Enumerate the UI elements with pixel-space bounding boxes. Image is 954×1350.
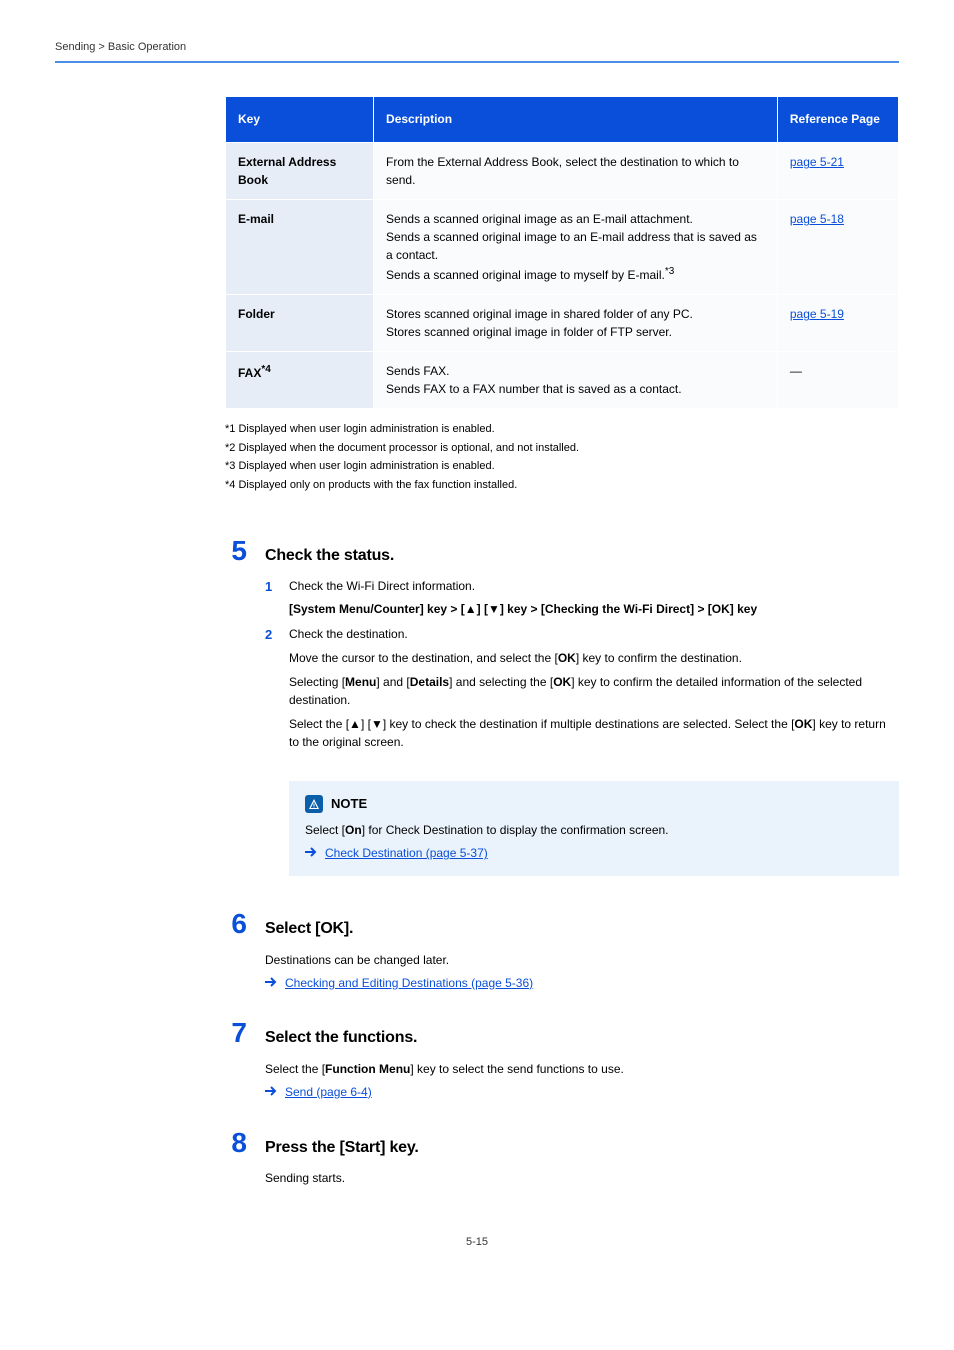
table-row: FAX*4Sends FAX.Sends FAX to a FAX number… [226, 352, 899, 409]
key-sequence: [System Menu/Counter] key > [▲] [▼] key … [289, 600, 757, 618]
table-cell-key: External Address Book [226, 143, 374, 200]
step-text: Select the [Function Menu] key to select… [265, 1060, 899, 1078]
footnotes: *1 Displayed when user login administrat… [225, 421, 899, 493]
substep-text: Check the Wi-Fi Direct information. [289, 578, 757, 595]
arrow-right-icon [305, 845, 317, 862]
table-cell-desc: Sends a scanned original image as an E-m… [374, 200, 778, 295]
step-title: Check the status. [265, 545, 394, 567]
step-number: 7 [225, 1019, 247, 1047]
substep-number: 2 [265, 626, 279, 882]
step-text: Destinations can be changed later. [265, 951, 899, 969]
breadcrumb: Sending > Basic Operation [55, 40, 186, 55]
reference-link[interactable]: page 5-21 [790, 155, 844, 169]
note-box: NOTE Select [On] for Check Destination t… [289, 781, 899, 876]
footnote: *3 Displayed when user login administrat… [225, 458, 899, 475]
table-cell-desc: Sends FAX.Sends FAX to a FAX number that… [374, 352, 778, 409]
footnote: *2 Displayed when the document processor… [225, 440, 899, 457]
reference-link[interactable]: page 5-19 [790, 307, 844, 321]
arrow-right-icon [265, 1084, 277, 1101]
table-header-desc: Description [374, 97, 778, 142]
arrow-right-icon [265, 975, 277, 992]
table-row: E-mailSends a scanned original image as … [226, 200, 899, 295]
substep-number: 1 [265, 578, 279, 619]
destination-table: Key Description Reference Page External … [225, 97, 899, 409]
note-link[interactable]: Check Destination (page 5-37) [325, 845, 488, 862]
substep-paragraph: Select the [▲] [▼] key to check the dest… [289, 715, 899, 751]
note-body: Select [On] for Check Destination to dis… [305, 821, 883, 839]
table-header-ref: Reference Page [777, 97, 898, 142]
substep-paragraph: Selecting [Menu] and [Details] and selec… [289, 673, 899, 709]
step-number: 8 [225, 1129, 247, 1157]
table-row: External Address BookFrom the External A… [226, 143, 899, 200]
step-title: Press the [Start] key. [265, 1137, 419, 1159]
page-header: Sending > Basic Operation [55, 40, 899, 63]
table-cell-key: E-mail [226, 200, 374, 295]
step-link[interactable]: Send (page 6-4) [285, 1084, 372, 1101]
step-7: 7 Select the functions. Select the [Func… [225, 1019, 899, 1100]
page-number: 5-15 [55, 1235, 899, 1250]
step-text: Sending starts. [265, 1169, 899, 1187]
table-cell-key: FAX*4 [226, 352, 374, 409]
step-link[interactable]: Checking and Editing Destinations (page … [285, 975, 533, 992]
footnote: *1 Displayed when user login administrat… [225, 421, 899, 438]
table-cell-ref: ― [777, 352, 898, 409]
note-icon [305, 795, 323, 813]
note-label: NOTE [331, 795, 367, 813]
step-number: 5 [225, 537, 247, 565]
substep-text: Check the destination. [289, 626, 899, 643]
step-6: 6 Select [OK]. Destinations can be chang… [225, 910, 899, 991]
step-number: 6 [225, 910, 247, 938]
table-cell-desc: From the External Address Book, select t… [374, 143, 778, 200]
step-5: 5 Check the status. 1 Check the Wi-Fi Di… [225, 537, 899, 882]
step-8: 8 Press the [Start] key. Sending starts. [225, 1129, 899, 1187]
table-cell-desc: Stores scanned original image in shared … [374, 295, 778, 352]
table-cell-ref: page 5-21 [777, 143, 898, 200]
step-title: Select the functions. [265, 1027, 417, 1049]
step-title: Select [OK]. [265, 918, 353, 940]
substep-paragraph: Move the cursor to the destination, and … [289, 649, 899, 667]
table-row: FolderStores scanned original image in s… [226, 295, 899, 352]
table-cell-ref: page 5-19 [777, 295, 898, 352]
table-cell-ref: page 5-18 [777, 200, 898, 295]
table-cell-key: Folder [226, 295, 374, 352]
footnote: *4 Displayed only on products with the f… [225, 477, 899, 494]
table-header-key: Key [226, 97, 374, 142]
reference-link[interactable]: page 5-18 [790, 212, 844, 226]
